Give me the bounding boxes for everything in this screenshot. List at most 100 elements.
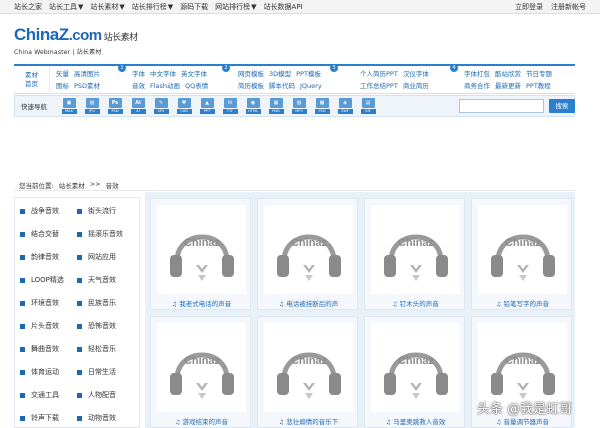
top-link-api[interactable]: 站长数据API bbox=[264, 2, 303, 12]
sound-card[interactable]: Chinaz ♫ 我老式电话的声音 bbox=[150, 198, 251, 310]
nav-link[interactable]: 图标 bbox=[56, 80, 69, 92]
nav-link[interactable]: 字体打包 bbox=[464, 68, 490, 80]
sound-thumbnail[interactable]: Chinaz bbox=[264, 205, 353, 294]
nav-link[interactable]: 矢量 bbox=[56, 68, 69, 80]
nav-link[interactable]: 个人简历PPT bbox=[360, 68, 398, 80]
sidebar-item[interactable]: 街头流行 bbox=[77, 205, 137, 217]
breadcrumb-link-materials[interactable]: 站长素材 bbox=[59, 180, 85, 190]
sound-title-link[interactable]: ♫ 铅笔写字的声音 bbox=[472, 298, 573, 308]
headphone-icon: Chinaz bbox=[383, 352, 448, 399]
format-icon[interactable]: ▣ MAX bbox=[61, 98, 77, 114]
sound-card[interactable]: Chinaz ♫ 马里奥跳救人音效 bbox=[364, 316, 465, 428]
nav-link[interactable]: JQuery bbox=[300, 80, 322, 92]
sidebar-item[interactable]: 网站应用 bbox=[77, 251, 137, 263]
format-icon[interactable]: ▤ GIF bbox=[360, 98, 376, 114]
sound-thumbnail[interactable]: Chinaz bbox=[157, 205, 246, 294]
svg-text:Chinaz: Chinaz bbox=[397, 237, 434, 249]
sound-title: 游戏结束的声音 bbox=[182, 418, 228, 426]
sidebar-item[interactable]: 民族音乐 bbox=[77, 297, 137, 309]
sound-title-link[interactable]: ♫ 马里奥跳救人音效 bbox=[365, 416, 466, 426]
format-icon[interactable]: Ps PSD bbox=[107, 98, 123, 114]
nav-link[interactable]: 节日专题 bbox=[526, 68, 552, 80]
sound-thumbnail[interactable]: Chinaz bbox=[371, 323, 460, 412]
sidebar-item[interactable]: 人物配音 bbox=[77, 389, 137, 401]
nav-link[interactable]: QQ表情 bbox=[185, 80, 208, 92]
sidebar-item[interactable]: 天气音效 bbox=[77, 274, 137, 286]
sidebar-item[interactable]: 战争音效 bbox=[20, 205, 80, 217]
nav-link[interactable]: PPT模板 bbox=[296, 68, 321, 80]
nav-link[interactable]: Flash动画 bbox=[150, 80, 180, 92]
sidebar-item[interactable]: 动物音效 bbox=[77, 412, 137, 424]
nav-home[interactable]: 素材 首页 bbox=[14, 66, 50, 94]
format-tag: PSD bbox=[107, 109, 123, 114]
sound-card[interactable]: Chinaz ♫ 钉木头的声音 bbox=[364, 198, 465, 310]
nav-link[interactable]: 简历模板 bbox=[238, 80, 264, 92]
sidebar-item[interactable]: 日常生活 bbox=[77, 366, 137, 378]
sidebar-item[interactable]: 韵律音效 bbox=[20, 251, 80, 263]
format-icon[interactable]: ✎ EPS bbox=[153, 98, 169, 114]
sidebar-item[interactable]: LOOP精选 bbox=[20, 274, 80, 286]
sound-card[interactable]: Chinaz ♫ 电话被挂断后的声 bbox=[257, 198, 358, 310]
sound-title-link[interactable]: ♫ 音量调节器声音 bbox=[472, 416, 573, 426]
format-icon[interactable]: ♥ CDR bbox=[176, 98, 192, 114]
top-link-site-rank[interactable]: 网站排行榜▼ bbox=[215, 2, 256, 12]
sidebar-item[interactable]: 片头音效 bbox=[20, 320, 80, 332]
sidebar-item[interactable]: 体育运动 bbox=[20, 366, 80, 378]
nav-link[interactable]: 脚本代码 bbox=[269, 80, 295, 92]
sound-card[interactable]: Chinaz ♫ 悲壮煽情的音乐下 bbox=[257, 316, 358, 428]
format-icon[interactable]: ▦ PNG bbox=[268, 98, 284, 114]
sound-thumbnail[interactable]: Chinaz bbox=[371, 205, 460, 294]
sidebar-item[interactable]: 恐怖音效 bbox=[77, 320, 137, 332]
sidebar-item[interactable]: 舞曲音效 bbox=[20, 343, 80, 355]
nav-link[interactable]: 工作总结PPT bbox=[360, 80, 398, 92]
nav-link[interactable]: 酷站欣赏 bbox=[495, 68, 521, 80]
sidebar-item[interactable]: 结合交替 bbox=[20, 228, 80, 240]
search-input[interactable] bbox=[459, 99, 544, 113]
nav-link[interactable]: 音效 bbox=[132, 80, 145, 92]
search-button[interactable]: 搜索 bbox=[549, 99, 575, 113]
sound-thumbnail[interactable]: Chinaz bbox=[478, 205, 567, 294]
nav-link[interactable]: 中文字体 bbox=[150, 68, 176, 80]
sidebar-item[interactable]: 铃声下载 bbox=[20, 412, 80, 424]
sound-title-link[interactable]: ♫ 钉木头的声音 bbox=[365, 298, 466, 308]
top-link-ranking[interactable]: 站长排行榜▼ bbox=[132, 2, 173, 12]
top-link-materials[interactable]: 站长素材▼ bbox=[90, 2, 124, 12]
site-logo[interactable]: ChinaZ.com 站长素材 China Webmaster | 站长素材 bbox=[14, 26, 138, 56]
sidebar-item[interactable]: 环境音效 bbox=[20, 297, 80, 309]
nav-link[interactable]: 高清图片 bbox=[74, 68, 100, 80]
format-icon[interactable]: ▧ JPG bbox=[84, 98, 100, 114]
sound-thumbnail[interactable]: Chinaz bbox=[264, 323, 353, 412]
format-icon[interactable]: Ai AI bbox=[130, 98, 146, 114]
nav-link[interactable]: 商务合作 bbox=[464, 80, 490, 92]
sound-title-link[interactable]: ♫ 游戏结束的声音 bbox=[151, 416, 252, 426]
sidebar-item[interactable]: 轻松音乐 bbox=[77, 343, 137, 355]
sound-title-link[interactable]: ♫ 电话被挂断后的声 bbox=[258, 298, 359, 308]
top-link-home[interactable]: 站长之家 bbox=[14, 2, 42, 12]
sound-title-link[interactable]: ♫ 悲壮煽情的音乐下 bbox=[258, 416, 359, 426]
nav-link[interactable]: 网页模板 bbox=[238, 68, 264, 80]
sound-title-link[interactable]: ♫ 我老式电话的声音 bbox=[151, 298, 252, 308]
nav-link[interactable]: 汉仪字体 bbox=[403, 68, 429, 80]
nav-link[interactable]: PSD素材 bbox=[74, 80, 100, 92]
login-link[interactable]: 立即登录 bbox=[515, 2, 543, 12]
nav-link[interactable]: 3D模型 bbox=[269, 68, 291, 80]
format-icon[interactable]: ◉ HTML bbox=[245, 98, 261, 114]
top-link-source[interactable]: 源码下载 bbox=[180, 2, 208, 12]
sidebar-item[interactable]: 交通工具 bbox=[20, 389, 80, 401]
nav-link[interactable]: 最新更新 bbox=[495, 80, 521, 92]
nav-link[interactable]: 英文字体 bbox=[181, 68, 207, 80]
format-icon[interactable]: ▲ PPT bbox=[199, 98, 215, 114]
format-icon[interactable]: ◈ SWF bbox=[337, 98, 353, 114]
nav-link[interactable]: PPT教程 bbox=[526, 80, 551, 92]
format-icon[interactable]: ▩ PSD bbox=[314, 98, 330, 114]
format-icon[interactable]: ▨ MP3 bbox=[291, 98, 307, 114]
nav-link[interactable]: 字体 bbox=[132, 68, 145, 80]
sound-card[interactable]: Chinaz ♫ 游戏结束的声音 bbox=[150, 316, 251, 428]
sidebar-item[interactable]: 摇滚乐音效 bbox=[77, 228, 137, 240]
nav-link[interactable]: 商业简历 bbox=[403, 80, 429, 92]
sound-card[interactable]: Chinaz ♫ 铅笔写字的声音 bbox=[471, 198, 572, 310]
format-icon[interactable]: ✉ TTF bbox=[222, 98, 238, 114]
top-link-tools[interactable]: 站长工具▼ bbox=[49, 2, 83, 12]
sound-thumbnail[interactable]: Chinaz bbox=[157, 323, 246, 412]
register-link[interactable]: 注册新帐号 bbox=[551, 2, 586, 12]
